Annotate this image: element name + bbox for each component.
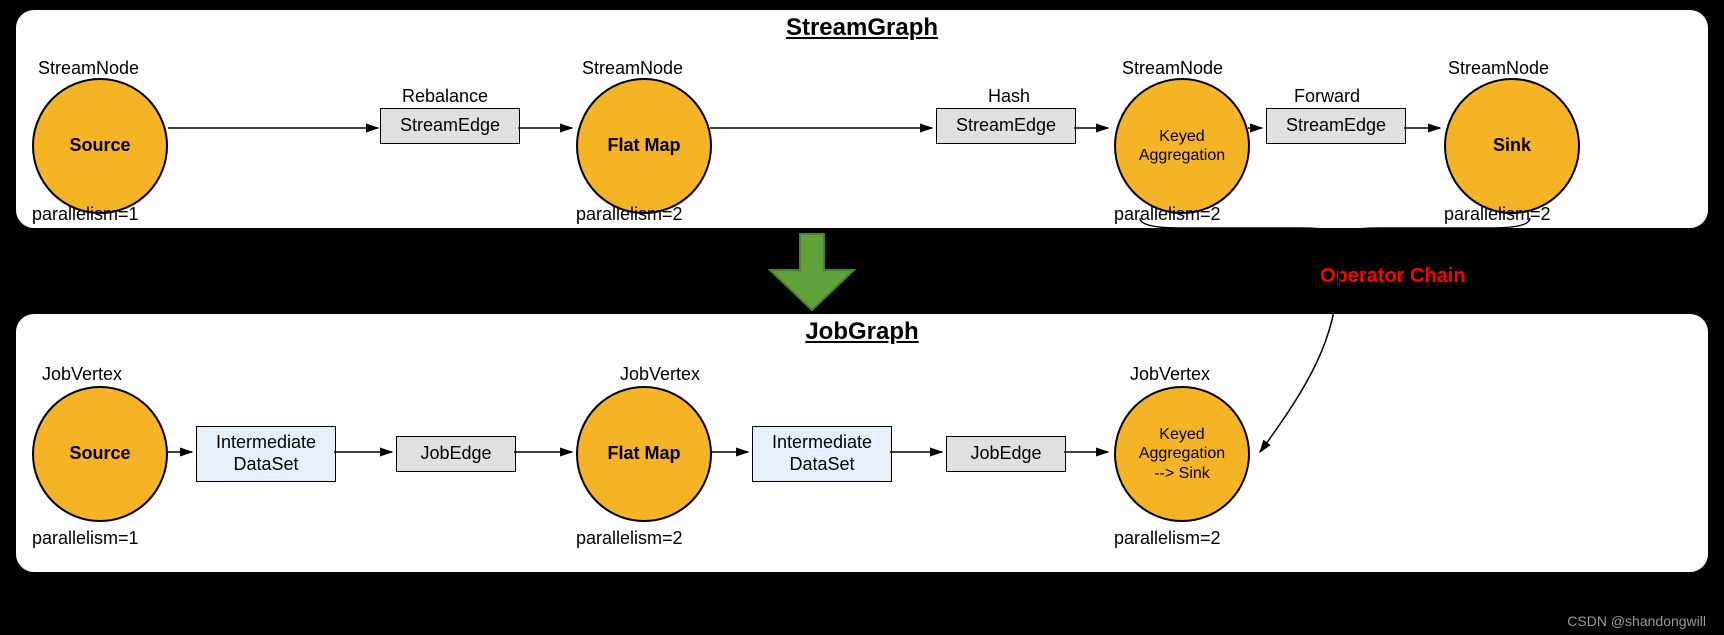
stream-node-label-2: StreamNode: [1122, 58, 1223, 79]
job-edge-box-1: JobEdge: [946, 436, 1066, 472]
stream-node-parallelism-1: parallelism=2: [576, 204, 683, 225]
job-vertex-parallelism-2: parallelism=2: [1114, 528, 1221, 549]
stream-node-label-3: StreamNode: [1448, 58, 1549, 79]
streamgraph-panel: StreamGraph StreamNode Source parallelis…: [14, 8, 1710, 230]
job-vertex-label-1: JobVertex: [620, 364, 700, 385]
stream-node-label-1: StreamNode: [582, 58, 683, 79]
intermediate-dataset-1: Intermediate DataSet: [752, 426, 892, 482]
stream-node-label-0: StreamNode: [38, 58, 139, 79]
job-vertex-parallelism-0: parallelism=1: [32, 528, 139, 549]
stream-node-parallelism-0: parallelism=1: [32, 204, 139, 225]
job-vertex-parallelism-1: parallelism=2: [576, 528, 683, 549]
stream-node-sink: Sink: [1444, 78, 1580, 214]
job-vertex-label-0: JobVertex: [42, 364, 122, 385]
job-vertex-flatmap: Flat Map: [576, 386, 712, 522]
intermediate-dataset-0: Intermediate DataSet: [196, 426, 336, 482]
stream-edge-partitioner-0: Rebalance: [402, 86, 488, 107]
stream-edge-box-1: StreamEdge: [936, 108, 1076, 144]
job-vertex-label-2: JobVertex: [1130, 364, 1210, 385]
stream-edge-box-0: StreamEdge: [380, 108, 520, 144]
stream-edge-partitioner-2: Forward: [1294, 86, 1360, 107]
operator-chain-label: Operator Chain: [1320, 265, 1466, 288]
stream-edge-box-2: StreamEdge: [1266, 108, 1406, 144]
stream-edge-partitioner-1: Hash: [988, 86, 1030, 107]
watermark: CSDN @shandongwill: [1567, 613, 1706, 629]
job-edge-box-0: JobEdge: [396, 436, 516, 472]
stream-node-flatmap: Flat Map: [576, 78, 712, 214]
jobgraph-panel: JobGraph JobVertex Source parallelism=1 …: [14, 312, 1710, 574]
streamgraph-title: StreamGraph: [786, 14, 938, 42]
transform-arrow-icon: [770, 234, 854, 310]
stream-node-keyed-agg: Keyed Aggregation: [1114, 78, 1250, 214]
job-vertex-source: Source: [32, 386, 168, 522]
job-vertex-keyed-agg-sink: Keyed Aggregation --> Sink: [1114, 386, 1250, 522]
stream-node-parallelism-3: parallelism=2: [1444, 204, 1551, 225]
stream-node-source: Source: [32, 78, 168, 214]
stream-node-parallelism-2: parallelism=2: [1114, 204, 1221, 225]
jobgraph-title: JobGraph: [805, 318, 918, 346]
